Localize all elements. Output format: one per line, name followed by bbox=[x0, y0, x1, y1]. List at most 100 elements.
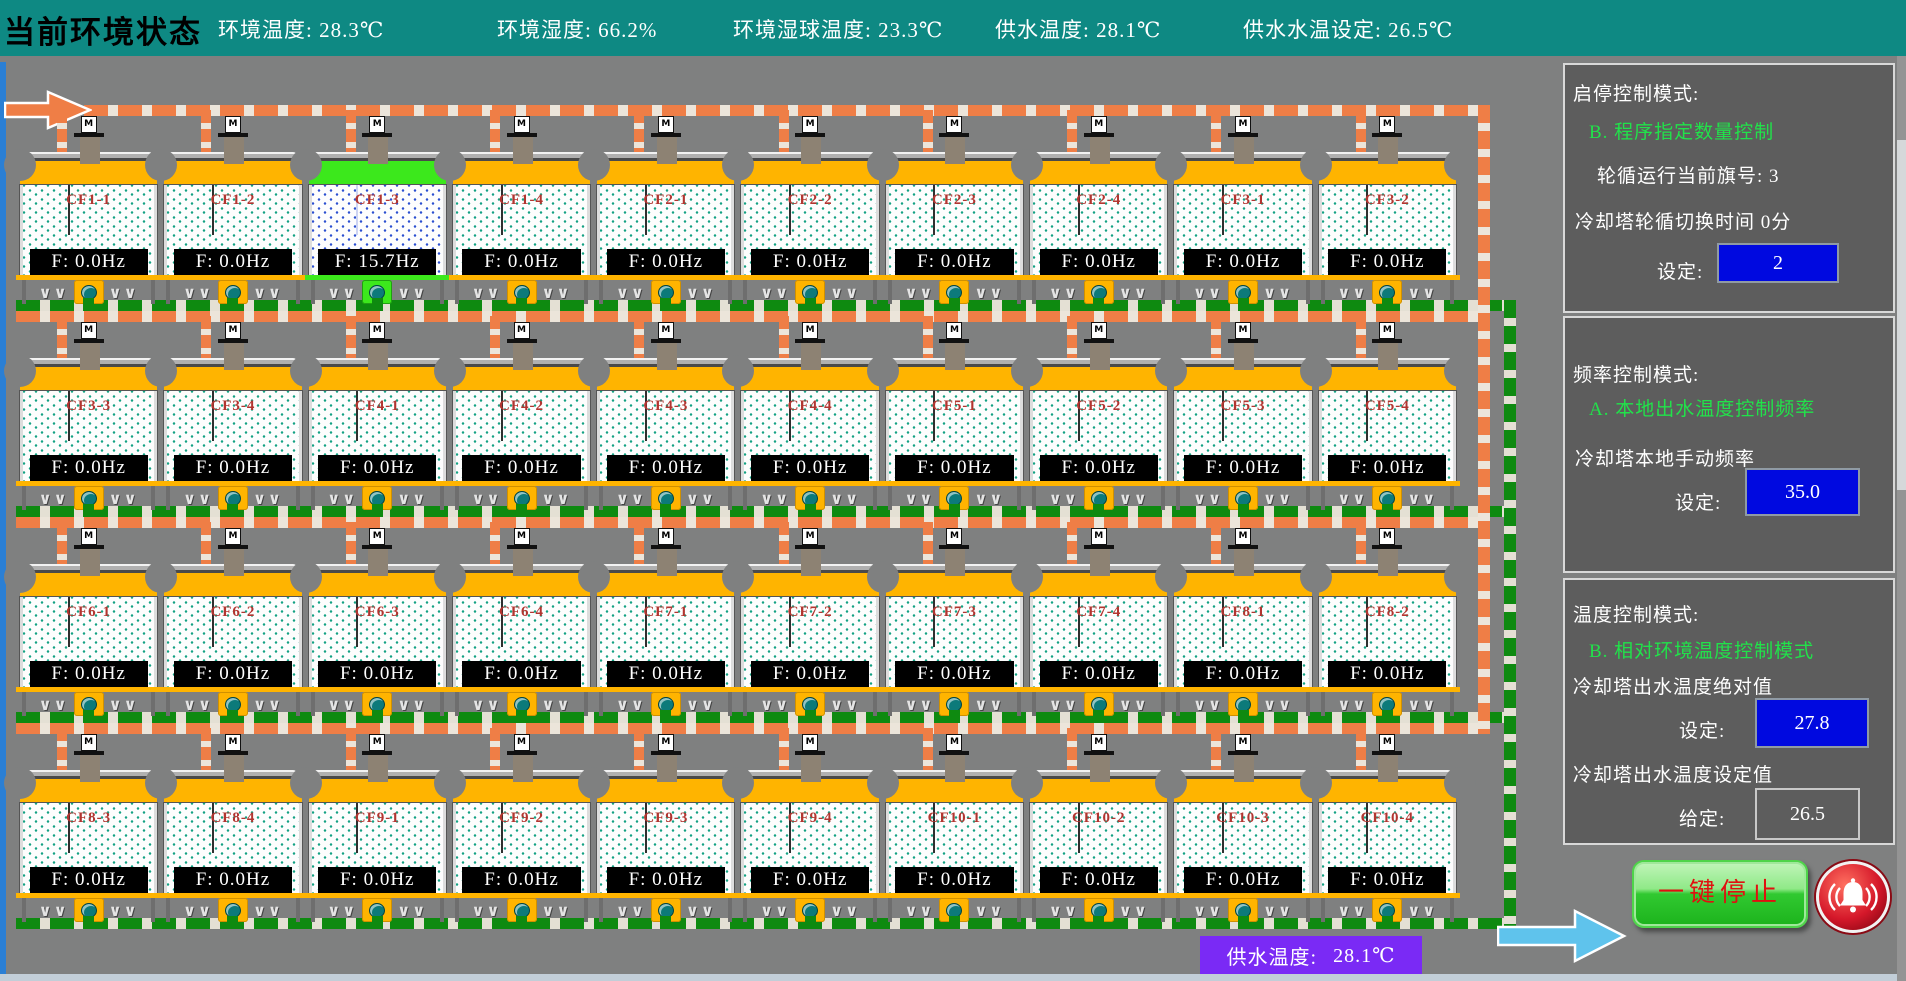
cooling-tower-CF5-1[interactable]: M CF5-1 F: 0.0Hz ∨∨ ∨∨ bbox=[886, 311, 1023, 517]
cooling-tower-CF9-2[interactable]: M CF9-2 F: 0.0Hz ∨∨ ∨∨ bbox=[453, 723, 590, 929]
supply-stub-pipe bbox=[57, 316, 67, 362]
fan-motor-icon: M bbox=[1090, 528, 1108, 576]
motor-hub bbox=[224, 343, 244, 370]
cooling-tower-CF2-4[interactable]: M CF2-4 F: 0.0Hz ∨∨ ∨∨ bbox=[1030, 105, 1167, 311]
motor-hub bbox=[1090, 549, 1110, 576]
cooling-tower-CF4-1[interactable]: M CF4-1 F: 0.0Hz ∨∨ ∨∨ bbox=[309, 311, 446, 517]
cooling-tower-CF6-4[interactable]: M CF6-4 F: 0.0Hz ∨∨ ∨∨ bbox=[453, 517, 590, 723]
outlet-temp-setpoint-input[interactable]: 27.8 bbox=[1755, 698, 1869, 748]
spray-icon: ∨∨ bbox=[109, 695, 139, 714]
cooling-tower-CF4-4[interactable]: M CF4-4 F: 0.0Hz ∨∨ ∨∨ bbox=[741, 311, 878, 517]
cooling-tower-CF1-2[interactable]: M CF1-2 F: 0.0Hz ∨∨ ∨∨ bbox=[164, 105, 301, 311]
cooling-tower-CF8-4[interactable]: M CF8-4 F: 0.0Hz ∨∨ ∨∨ bbox=[164, 723, 301, 929]
spray-icon: ∨∨ bbox=[830, 901, 860, 920]
cooling-tower-CF10-4[interactable]: M CF10-4 F: 0.0Hz ∨∨ ∨∨ bbox=[1319, 723, 1456, 929]
cooling-tower-CF5-2[interactable]: M CF5-2 F: 0.0Hz ∨∨ ∨∨ bbox=[1030, 311, 1167, 517]
tower-body: CF5-1 F: 0.0Hz bbox=[886, 391, 1023, 481]
spray-icon: ∨∨ bbox=[1263, 695, 1293, 714]
motor-hub bbox=[1090, 343, 1110, 370]
return-stub-pipe bbox=[83, 504, 94, 517]
cooling-tower-CF8-2[interactable]: M CF8-2 F: 0.0Hz ∨∨ ∨∨ bbox=[1319, 517, 1456, 723]
cooling-tower-CF6-2[interactable]: M CF6-2 F: 0.0Hz ∨∨ ∨∨ bbox=[164, 517, 301, 723]
fan-motor-icon: M bbox=[80, 734, 98, 782]
cooling-tower-CF3-4[interactable]: M CF3-4 F: 0.0Hz ∨∨ ∨∨ bbox=[164, 311, 301, 517]
status-header: 当前环境状态 环境温度: 28.3℃ 环境湿度: 66.2% 环境湿球温度: 2… bbox=[0, 0, 1906, 56]
cooling-tower-CF8-3[interactable]: M CF8-3 F: 0.0Hz ∨∨ ∨∨ bbox=[20, 723, 157, 929]
manual-frequency-setpoint-input[interactable]: 35.0 bbox=[1745, 468, 1860, 516]
reading-value: 28.3℃ bbox=[319, 18, 384, 42]
cooling-tower-CF6-1[interactable]: M CF6-1 F: 0.0Hz ∨∨ ∨∨ bbox=[20, 517, 157, 723]
spray-icon: ∨∨ bbox=[1119, 283, 1149, 302]
spray-icon: ∨∨ bbox=[472, 901, 502, 920]
cooling-tower-CF1-1[interactable]: M CF1-1 F: 0.0Hz ∨∨ ∨∨ bbox=[20, 105, 157, 311]
cooling-tower-CF7-2[interactable]: M CF7-2 F: 0.0Hz ∨∨ ∨∨ bbox=[741, 517, 878, 723]
supply-stub-pipe bbox=[346, 316, 356, 362]
cooling-tower-CF7-1[interactable]: M CF7-1 F: 0.0Hz ∨∨ ∨∨ bbox=[597, 517, 734, 723]
scrollbar-track[interactable] bbox=[1897, 56, 1906, 981]
scrollbar-thumb[interactable] bbox=[1897, 140, 1906, 490]
cooling-tower-CF8-1[interactable]: M CF8-1 F: 0.0Hz ∨∨ ∨∨ bbox=[1174, 517, 1311, 723]
deck-arch bbox=[578, 149, 610, 181]
motor-hub bbox=[801, 755, 821, 782]
fan-motor-icon: M bbox=[513, 322, 531, 370]
supply-stub-pipe bbox=[634, 728, 644, 774]
supply-stub-pipe bbox=[1067, 110, 1077, 156]
return-stub-pipe bbox=[1093, 710, 1104, 723]
cooling-tower-CF9-1[interactable]: M CF9-1 F: 0.0Hz ∨∨ ∨∨ bbox=[309, 723, 446, 929]
frequency-control-panel: 频率控制模式: A. 本地出水温度控制频率 冷却塔本地手动频率 设定: 35.0 bbox=[1563, 316, 1895, 573]
tower-label: CF6-3 bbox=[312, 604, 443, 621]
deck-arch bbox=[867, 149, 899, 181]
cooling-tower-CF1-4[interactable]: M CF1-4 F: 0.0Hz ∨∨ ∨∨ bbox=[453, 105, 590, 311]
spray-icon: ∨∨ bbox=[327, 283, 357, 302]
cooling-tower-CF10-2[interactable]: M CF10-2 F: 0.0Hz ∨∨ ∨∨ bbox=[1030, 723, 1167, 929]
start-stop-mode-value: B. 程序指定数量控制 bbox=[1589, 117, 1774, 144]
cooling-tower-CF10-3[interactable]: M CF10-3 F: 0.0Hz ∨∨ ∨∨ bbox=[1174, 723, 1311, 929]
fan-motor-icon: M bbox=[1090, 734, 1108, 782]
deck-arch bbox=[578, 767, 610, 799]
cooling-tower-CF7-3[interactable]: M CF7-3 F: 0.0Hz ∨∨ ∨∨ bbox=[886, 517, 1023, 723]
spray-icon: ∨∨ bbox=[1337, 489, 1367, 508]
fan-motor-icon: M bbox=[224, 734, 242, 782]
return-stub-pipe bbox=[227, 298, 238, 311]
motor-head: M bbox=[1235, 116, 1251, 133]
cooling-tower-CF4-3[interactable]: M CF4-3 F: 0.0Hz ∨∨ ∨∨ bbox=[597, 311, 734, 517]
motor-head: M bbox=[1379, 116, 1395, 133]
cooling-tower-CF2-3[interactable]: M CF2-3 F: 0.0Hz ∨∨ ∨∨ bbox=[886, 105, 1023, 311]
cooling-tower-CF9-4[interactable]: M CF9-4 F: 0.0Hz ∨∨ ∨∨ bbox=[741, 723, 878, 929]
cooling-tower-grid: M CF1-1 F: 0.0Hz ∨∨ ∨∨ M bbox=[20, 105, 1456, 929]
cooling-tower-CF5-4[interactable]: M CF5-4 F: 0.0Hz ∨∨ ∨∨ bbox=[1319, 311, 1456, 517]
return-stub-pipe bbox=[1382, 298, 1393, 311]
spray-icon: ∨∨ bbox=[1193, 901, 1223, 920]
cooling-tower-CF6-3[interactable]: M CF6-3 F: 0.0Hz ∨∨ ∨∨ bbox=[309, 517, 446, 723]
deck-arch bbox=[1444, 149, 1476, 181]
cooling-tower-CF10-1[interactable]: M CF10-1 F: 0.0Hz ∨∨ ∨∨ bbox=[886, 723, 1023, 929]
outlet-flow-arrow-icon bbox=[1497, 908, 1627, 964]
tower-count-setpoint-input[interactable]: 2 bbox=[1717, 243, 1839, 283]
reading-value: 66.2% bbox=[598, 18, 657, 42]
cooling-tower-CF1-3[interactable]: M CF1-3 F: 15.7Hz ∨∨ ∨∨ bbox=[309, 105, 446, 311]
cooling-tower-CF9-3[interactable]: M CF9-3 F: 0.0Hz ∨∨ ∨∨ bbox=[597, 723, 734, 929]
deck-arch bbox=[1444, 767, 1476, 799]
cooling-tower-CF3-3[interactable]: M CF3-3 F: 0.0Hz ∨∨ ∨∨ bbox=[20, 311, 157, 517]
motor-head: M bbox=[946, 528, 962, 545]
tower-label: CF2-2 bbox=[744, 192, 875, 209]
cooling-tower-CF3-2[interactable]: M CF3-2 F: 0.0Hz ∨∨ ∨∨ bbox=[1319, 105, 1456, 311]
tower-frequency-display: F: 0.0Hz bbox=[462, 867, 580, 893]
tower-body: CF7-1 F: 0.0Hz bbox=[597, 597, 734, 687]
cooling-tower-CF4-2[interactable]: M CF4-2 F: 0.0Hz ∨∨ ∨∨ bbox=[453, 311, 590, 517]
motor-head: M bbox=[514, 528, 530, 545]
tower-body: CF8-2 F: 0.0Hz bbox=[1319, 597, 1456, 687]
cooling-tower-CF2-2[interactable]: M CF2-2 F: 0.0Hz ∨∨ ∨∨ bbox=[741, 105, 878, 311]
cooling-tower-CF3-1[interactable]: M CF3-1 F: 0.0Hz ∨∨ ∨∨ bbox=[1174, 105, 1311, 311]
spray-icon: ∨∨ bbox=[39, 901, 69, 920]
cooling-tower-CF2-1[interactable]: M CF2-1 F: 0.0Hz ∨∨ ∨∨ bbox=[597, 105, 734, 311]
fan-motor-icon: M bbox=[224, 322, 242, 370]
fan-motor-icon: M bbox=[368, 734, 386, 782]
cooling-tower-CF7-4[interactable]: M CF7-4 F: 0.0Hz ∨∨ ∨∨ bbox=[1030, 517, 1167, 723]
one-key-stop-button[interactable]: 一键停止 bbox=[1632, 860, 1808, 928]
deck-arch bbox=[1300, 767, 1332, 799]
cooling-tower-CF5-3[interactable]: M CF5-3 F: 0.0Hz ∨∨ ∨∨ bbox=[1174, 311, 1311, 517]
alarm-bell-icon[interactable] bbox=[1816, 861, 1890, 933]
reading-label: 环境湿度: bbox=[497, 18, 592, 42]
tower-label: CF10-1 bbox=[889, 810, 1020, 827]
